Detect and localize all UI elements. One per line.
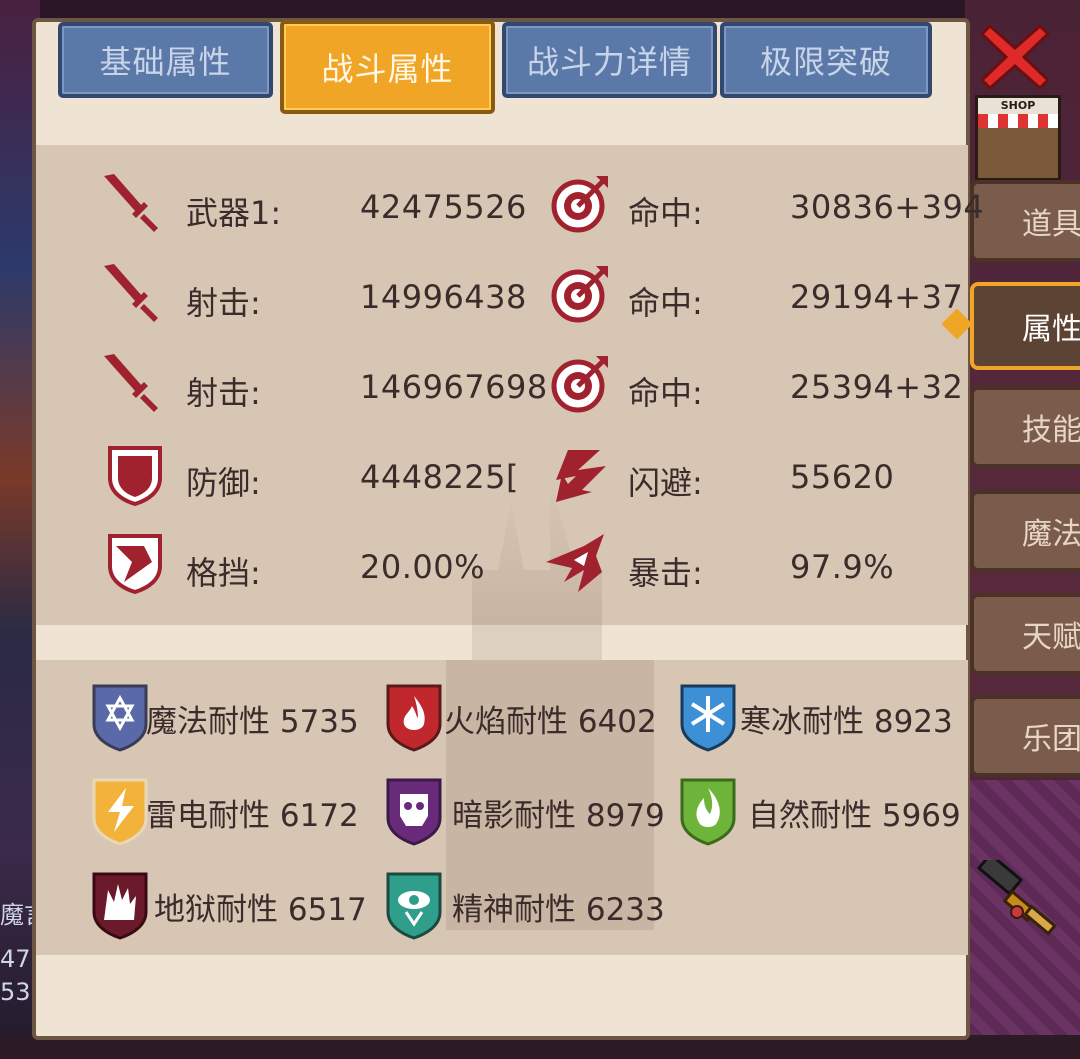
shop-sign: SHOP [978, 98, 1058, 114]
thunder-resist-icon [92, 778, 148, 846]
stat-label: 闪避: [628, 464, 703, 502]
resistance-value: 精神耐性 6233 [452, 892, 665, 928]
tab-combat-power-details[interactable]: 战斗力详情 [502, 22, 717, 98]
stat-value: 14996438 [360, 278, 527, 316]
stat-label: 射击: [186, 284, 261, 322]
block-icon [108, 534, 162, 594]
close-icon[interactable] [980, 22, 1050, 92]
stat-label: 格挡: [186, 554, 261, 592]
side-tab-items[interactable]: 道具 [970, 180, 1080, 262]
resistance-value: 自然耐性 5969 [748, 798, 961, 834]
stat-value: 42475526 [360, 188, 527, 226]
stat-value: 146967698 [360, 368, 548, 406]
stat-label: 命中: [628, 374, 703, 412]
side-tab-magic[interactable]: 魔法 [970, 490, 1080, 572]
resistance-value: 雷电耐性 6172 [146, 798, 359, 834]
side-tab-attributes[interactable]: 属性 [970, 282, 1080, 370]
shield-icon [108, 446, 162, 506]
sword-icon [104, 264, 158, 322]
stat-label: 命中: [628, 284, 703, 322]
stat-value: 25394+32 [790, 368, 964, 406]
stat-value: 97.9% [790, 548, 895, 586]
shop-building[interactable]: SHOP [975, 95, 1061, 181]
resistance-value: 暗影耐性 8979 [452, 798, 665, 834]
tab-limit-break[interactable]: 极限突破 [720, 22, 932, 98]
spirit-resist-icon [386, 872, 442, 940]
background-text: 47 [0, 945, 31, 973]
background-text: 53 [0, 978, 31, 1006]
ice-resist-icon [680, 684, 736, 752]
sword-decoration-icon [976, 860, 1057, 936]
hell-resist-icon [92, 872, 148, 940]
resistance-value: 地狱耐性 6517 [154, 892, 367, 928]
side-tab-skills[interactable]: 技能 [970, 386, 1080, 468]
magic-resist-icon [92, 684, 148, 752]
resistance-value: 寒冰耐性 8923 [740, 704, 953, 740]
stat-label: 命中: [628, 194, 703, 232]
stat-label: 射击: [186, 374, 261, 412]
stat-value: 4448225[ [360, 458, 519, 496]
stat-label: 防御: [186, 464, 261, 502]
nature-resist-icon [680, 778, 736, 846]
side-tab-band[interactable]: 乐团 [970, 695, 1080, 777]
target-icon [551, 176, 608, 233]
dodge-icon [556, 450, 606, 502]
stat-value: 20.00% [360, 548, 486, 586]
shadow-resist-icon [386, 778, 442, 846]
stat-label: 暴击: [628, 554, 703, 592]
side-tab-talent[interactable]: 天赋 [970, 593, 1080, 675]
fire-resist-icon [386, 684, 442, 752]
shop-awning [978, 114, 1058, 128]
target-icon [551, 266, 608, 323]
tab-combat-attributes[interactable]: 战斗属性 [280, 20, 495, 114]
sword-icon [104, 174, 158, 232]
sword-icon [104, 354, 158, 412]
stat-value: 55620 [790, 458, 895, 496]
target-icon [551, 356, 608, 413]
stat-label: 武器1: [186, 194, 282, 232]
stat-value: 30836+394 [790, 188, 985, 226]
resistance-value: 魔法耐性 5735 [146, 704, 359, 740]
resistance-value: 火焰耐性 6402 [444, 704, 657, 740]
tab-basic-attributes[interactable]: 基础属性 [58, 22, 273, 98]
stat-value: 29194+37 [790, 278, 964, 316]
critical-icon [546, 534, 604, 592]
